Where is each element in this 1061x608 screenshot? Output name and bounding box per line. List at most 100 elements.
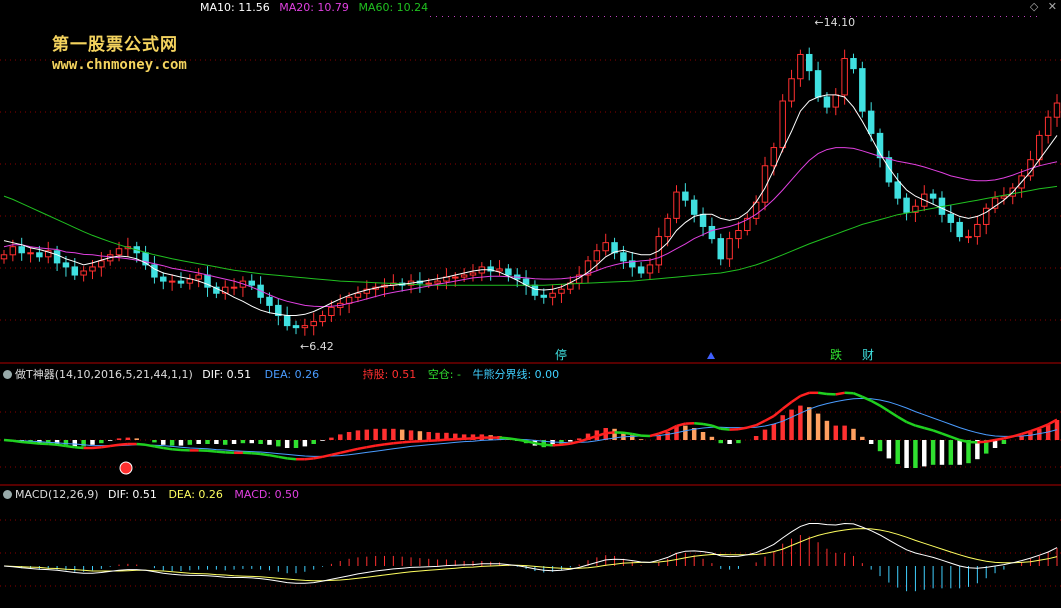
marker-dot <box>742 16 743 17</box>
candle-body <box>664 217 671 238</box>
candle-body <box>673 191 680 219</box>
zuot-dea: DEA: 0.26 <box>264 368 320 381</box>
candle-body <box>62 262 70 268</box>
candle-body <box>929 193 937 199</box>
zuot-dif-line <box>985 438 996 443</box>
zuot-dif-line <box>755 419 766 427</box>
zuot-dif-line <box>897 415 908 424</box>
candle-body <box>266 296 273 306</box>
zuot-dif-line <box>402 440 412 444</box>
candle-body <box>832 94 840 108</box>
candle-body <box>903 197 910 213</box>
candle-body <box>89 266 96 272</box>
marker-dot <box>604 16 605 17</box>
marker-dot <box>730 16 731 17</box>
marker-dot <box>994 16 995 17</box>
legend-ma10: MA10: 11.56 <box>200 1 270 14</box>
marker-dot <box>718 16 719 17</box>
marker-dot <box>1006 16 1007 17</box>
candle-body <box>354 292 362 298</box>
marker-dot <box>772 16 773 17</box>
zuot-dif-line <box>799 391 810 398</box>
marker-dot <box>520 16 521 17</box>
candle-body <box>168 280 176 283</box>
zuot-dif-line <box>145 443 155 448</box>
candle-body <box>27 252 34 255</box>
marker-dot <box>454 16 455 17</box>
signal-marker: 财 <box>862 348 874 362</box>
zuot-panel-header: 做T神器(14,10,2016,5,21,44,1,1) DIF: 0.51 D… <box>0 366 559 382</box>
macd-dea: DEA: 0.26 <box>168 488 223 501</box>
zuot-dif-line <box>888 410 899 418</box>
zuot-hold: 持股: 0.51 <box>362 368 417 381</box>
candle-body <box>708 225 716 240</box>
zuot-dif-line <box>30 441 40 445</box>
panel-toggle-icon[interactable] <box>3 370 12 379</box>
zuot-dif-line <box>977 440 987 444</box>
marker-dot <box>610 16 611 17</box>
marker-dot <box>808 16 809 17</box>
marker-dot <box>556 16 557 17</box>
candle-body <box>195 274 202 280</box>
marker-dot <box>490 16 491 17</box>
stock-chart[interactable]: ←14.10 ←6.42 停 跌 财 <box>0 0 1061 608</box>
zuot-dif-line <box>21 440 31 445</box>
marker-dot <box>964 16 965 17</box>
marker-dot <box>532 16 533 17</box>
zuot-dif-line <box>632 432 642 437</box>
zuot-dif-line <box>534 441 544 447</box>
candle-body <box>797 53 804 80</box>
legend-ma60: MA60: 10.24 <box>358 1 429 14</box>
marker-dot <box>472 16 473 17</box>
close-icon[interactable]: ✕ <box>1048 0 1057 13</box>
candle-body <box>974 223 981 238</box>
marker-dot <box>712 16 713 17</box>
zuot-dif-line <box>941 432 952 438</box>
zuot-dif-line <box>393 441 403 445</box>
candle-body <box>160 276 167 282</box>
diamond-icon[interactable]: ◇ <box>1030 0 1038 13</box>
candle-body <box>1053 102 1061 118</box>
ma60-line <box>3 185 1058 286</box>
zuot-dif-line <box>101 444 111 449</box>
candle-body <box>18 246 25 254</box>
candle-body <box>735 230 742 240</box>
macd-value: MACD: 0.50 <box>234 488 300 501</box>
candle-body <box>602 242 609 252</box>
zuot-dif-line <box>339 449 350 455</box>
zuot-bullbear: 牛熊分界线: 0.00 <box>472 368 560 381</box>
candle-body <box>540 294 548 298</box>
macd-dif: DIF: 0.51 <box>108 488 157 501</box>
marker-dot <box>592 16 593 17</box>
signal-arrow-icon <box>707 352 715 359</box>
zuot-dif-line <box>110 443 120 448</box>
candle-body <box>646 264 654 274</box>
marker-dot <box>436 16 437 17</box>
zuot-dif-line <box>870 399 881 407</box>
candle-body <box>779 100 786 149</box>
marker-dot <box>724 16 725 17</box>
candle-body <box>319 315 326 323</box>
marker-dot <box>550 16 551 17</box>
macd-title: MACD(12,26,9) <box>15 488 99 501</box>
candle-body <box>434 280 441 284</box>
candle-body <box>283 315 291 327</box>
marker-dot <box>622 16 623 17</box>
zuot-dif-line <box>65 444 75 449</box>
candle-body <box>452 276 459 279</box>
marker-dot <box>502 16 503 17</box>
candle-body <box>248 280 256 286</box>
zuot-dif-line <box>923 426 934 432</box>
zuot-dif-line <box>251 451 261 456</box>
candle-body <box>469 272 477 276</box>
marker-dot <box>766 16 767 17</box>
marker-dot <box>760 16 761 17</box>
marker-dot <box>574 16 575 17</box>
candle-body <box>425 282 432 285</box>
marker-dot <box>514 16 515 17</box>
marker-dot <box>586 16 587 17</box>
marker-dot <box>1018 16 1019 17</box>
zuot-dif-line <box>12 439 22 444</box>
marker-dot <box>1024 16 1025 17</box>
panel-toggle-icon[interactable] <box>3 490 12 499</box>
